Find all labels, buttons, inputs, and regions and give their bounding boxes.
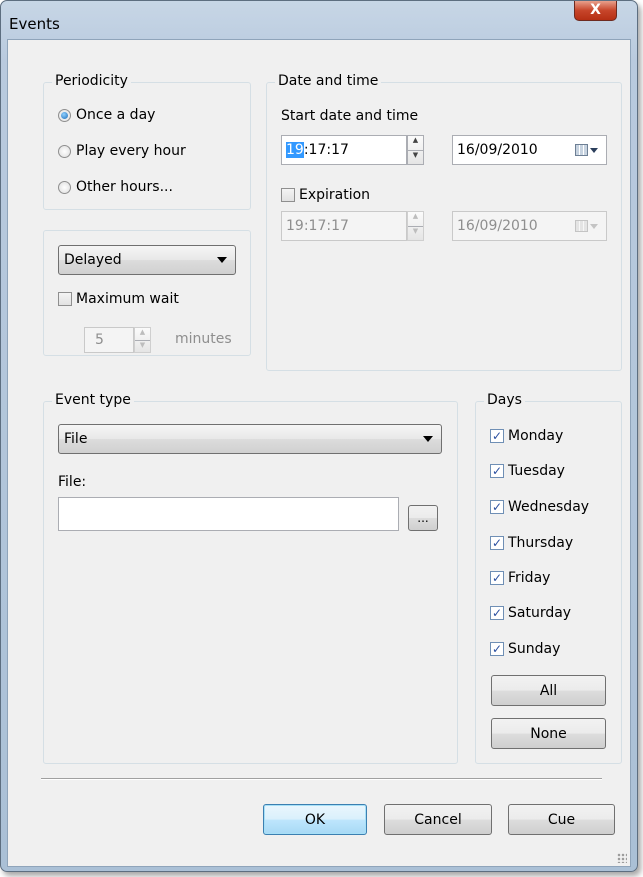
- day-label: Wednesday: [508, 499, 590, 515]
- event-type-title: Event type: [52, 392, 134, 408]
- event-type-select[interactable]: File: [58, 424, 442, 454]
- resize-grip-icon[interactable]: [617, 853, 627, 863]
- day-checkbox-sunday[interactable]: ✓ Sunday: [490, 641, 560, 657]
- start-date-value: 16/09/2010: [457, 142, 538, 158]
- expiration-time-value: 19:17:17: [286, 218, 349, 234]
- day-checkbox-friday[interactable]: ✓ Friday: [490, 570, 550, 586]
- chevron-down-icon: [217, 257, 227, 263]
- expiration-time-input[interactable]: 19:17:17: [281, 211, 407, 241]
- max-wait-input[interactable]: 5: [84, 327, 134, 353]
- checkmark-icon: ✓: [490, 642, 504, 656]
- maximum-wait-checkbox[interactable]: Maximum wait: [58, 291, 179, 307]
- browse-file-button[interactable]: ...: [408, 505, 438, 531]
- checkmark-icon: ✓: [490, 464, 504, 478]
- radio-label: Once a day: [76, 107, 156, 123]
- day-label: Sunday: [508, 641, 561, 657]
- start-time-spinner[interactable]: ▲ ▼: [407, 135, 424, 165]
- expiration-checkbox[interactable]: Expiration: [281, 187, 370, 203]
- radio-other-hours[interactable]: Other hours...: [58, 179, 173, 195]
- day-checkbox-thursday[interactable]: ✓ Thursday: [490, 535, 573, 551]
- radio-once-a-day[interactable]: Once a day: [58, 107, 155, 123]
- browse-button-label: ...: [417, 511, 429, 525]
- checkmark-icon: ✓: [490, 500, 504, 514]
- dialog-client-area: Periodicity Once a day Play every hour O…: [7, 39, 631, 867]
- day-checkbox-tuesday[interactable]: ✓ Tuesday: [490, 463, 565, 479]
- close-button[interactable]: X: [574, 1, 617, 21]
- cancel-button[interactable]: Cancel: [384, 804, 492, 835]
- day-checkbox-wednesday[interactable]: ✓ Wednesday: [490, 499, 589, 515]
- radio-indicator: [58, 180, 71, 194]
- event-type-group: Event type File File: ...: [43, 392, 458, 764]
- spin-down-icon[interactable]: ▼: [135, 340, 150, 352]
- start-date-time-label: Start date and time: [281, 108, 419, 124]
- radio-indicator: [58, 144, 71, 158]
- spin-down-icon[interactable]: ▼: [408, 226, 423, 240]
- days-title: Days: [484, 392, 525, 408]
- dialog-title: Events: [9, 15, 60, 33]
- checkmark-icon: ✓: [490, 536, 504, 550]
- spin-up-icon[interactable]: ▲: [408, 136, 423, 150]
- maximum-wait-label: Maximum wait: [76, 291, 179, 307]
- start-time-hour-selection: 19: [286, 142, 304, 158]
- start-date-picker[interactable]: 16/09/2010: [452, 135, 607, 165]
- spin-down-icon[interactable]: ▼: [408, 150, 423, 164]
- cancel-button-label: Cancel: [414, 811, 462, 828]
- date-time-title: Date and time: [275, 73, 382, 89]
- events-dialog: Events X Periodicity Once a day Play eve…: [0, 0, 638, 872]
- spin-up-icon[interactable]: ▲: [408, 212, 423, 226]
- spin-up-icon[interactable]: ▲: [135, 328, 150, 340]
- day-label: Monday: [508, 428, 564, 444]
- calendar-icon[interactable]: [575, 217, 601, 235]
- day-checkbox-saturday[interactable]: ✓ Saturday: [490, 605, 571, 621]
- event-type-value: File: [64, 431, 88, 447]
- all-button-label: All: [539, 682, 558, 699]
- cue-button[interactable]: Cue: [508, 804, 615, 835]
- days-group: Days ✓ Monday ✓ Tuesday ✓ Wednesday ✓ Th…: [475, 392, 622, 764]
- footer-separator: [41, 778, 602, 780]
- radio-play-every-hour[interactable]: Play every hour: [58, 143, 186, 159]
- day-label: Saturday: [508, 605, 572, 621]
- checkmark-icon: ✓: [490, 571, 504, 585]
- cue-button-label: Cue: [547, 811, 576, 828]
- date-time-group: Date and time Start date and time 19:17:…: [266, 73, 622, 371]
- start-time-input[interactable]: 19:17:17: [281, 135, 407, 165]
- delay-mode-select[interactable]: Delayed: [58, 245, 236, 275]
- ok-button-label: OK: [304, 811, 326, 828]
- expiration-date-value: 16/09/2010: [457, 218, 538, 234]
- periodicity-group: Periodicity Once a day Play every hour O…: [43, 73, 251, 210]
- close-icon: X: [590, 2, 601, 18]
- max-wait-value: 5: [95, 332, 104, 348]
- none-button-label: None: [530, 725, 567, 742]
- day-label: Tuesday: [508, 463, 565, 479]
- delay-mode-value: Delayed: [64, 252, 122, 268]
- radio-label: Other hours...: [76, 179, 173, 195]
- day-label: Friday: [508, 570, 551, 586]
- day-checkbox-monday[interactable]: ✓ Monday: [490, 428, 563, 444]
- delay-group: Delayed Maximum wait 5 ▲ ▼ minutes: [43, 230, 251, 356]
- checkmark-icon: ✓: [490, 429, 504, 443]
- expiration-date-picker[interactable]: 16/09/2010: [452, 211, 607, 241]
- radio-label: Play every hour: [76, 143, 186, 159]
- ok-button[interactable]: OK: [263, 804, 367, 835]
- periodicity-title: Periodicity: [52, 73, 131, 89]
- file-path-input[interactable]: [58, 497, 399, 531]
- radio-indicator: [58, 108, 71, 122]
- expiration-label: Expiration: [299, 187, 371, 203]
- checkbox-indicator: [281, 188, 295, 202]
- select-all-days-button[interactable]: All: [491, 675, 606, 706]
- expiration-time-spinner[interactable]: ▲ ▼: [407, 211, 424, 241]
- checkmark-icon: ✓: [490, 606, 504, 620]
- day-label: Thursday: [508, 535, 574, 551]
- chevron-down-icon: [423, 436, 433, 442]
- file-label: File:: [58, 474, 87, 490]
- max-wait-spinner[interactable]: ▲ ▼: [134, 327, 151, 353]
- start-time-rest: :17:17: [303, 142, 349, 158]
- calendar-icon[interactable]: [575, 141, 601, 159]
- minutes-label: minutes: [175, 331, 232, 347]
- select-no-days-button[interactable]: None: [491, 718, 606, 749]
- checkbox-indicator: [58, 292, 72, 306]
